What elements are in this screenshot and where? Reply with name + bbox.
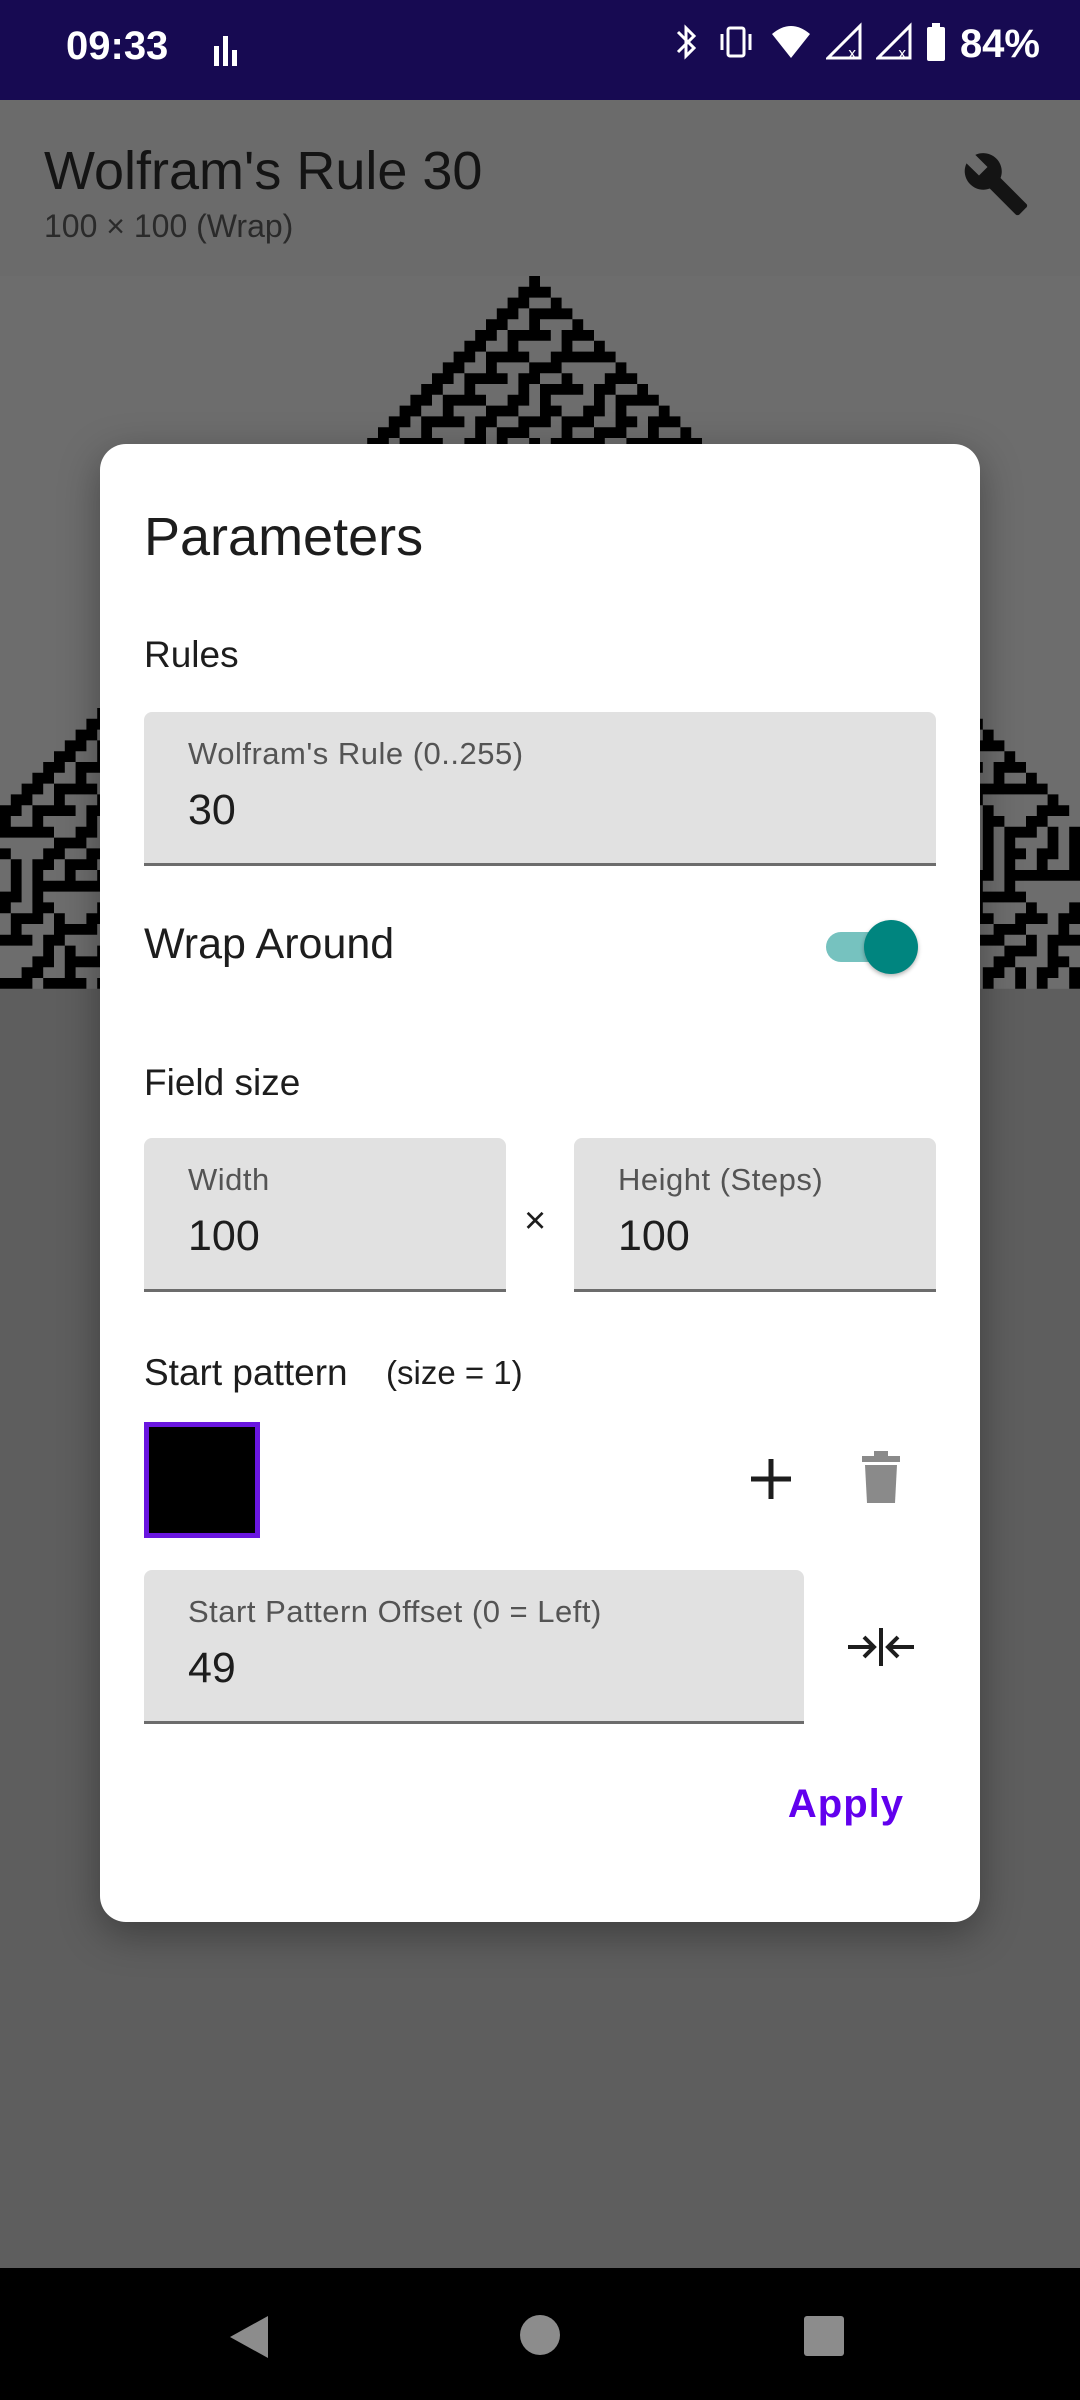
wrap-around-label: Wrap Around (144, 920, 395, 968)
rule-field[interactable]: Wolfram's Rule (0..255) 30 (144, 712, 936, 866)
rules-section-label: Rules (144, 634, 239, 675)
app-title: Wolfram's Rule 30 (44, 141, 483, 201)
svg-text:x: x (848, 46, 856, 62)
dialog-title: Parameters (144, 507, 424, 567)
delete-icon[interactable] (858, 1450, 904, 1509)
apply-button[interactable]: Apply (788, 1782, 904, 1827)
back-icon[interactable] (226, 2314, 272, 2365)
recents-icon[interactable] (804, 2316, 844, 2361)
app-bar: Wolfram's Rule 30 100 × 100 (Wrap) (0, 100, 1080, 276)
battery-percent: 84% (959, 22, 1040, 66)
status-time: 09:33 (66, 24, 169, 68)
parameters-dialog: Parameters Rules Wolfram's Rule (0..255)… (100, 444, 980, 1922)
height-field-value: 100 (618, 1212, 690, 1260)
wrap-around-toggle[interactable] (822, 918, 922, 976)
offset-field-value: 49 (188, 1644, 236, 1692)
start-pattern-cell[interactable] (144, 1422, 260, 1538)
height-field[interactable]: Height (Steps) 100 (574, 1138, 936, 1292)
center-align-icon[interactable] (846, 1624, 916, 1675)
cell-signal-icon: x (874, 22, 912, 67)
field-size-section-label: Field size (144, 1062, 301, 1103)
height-field-label: Height (Steps) (618, 1162, 824, 1197)
status-icons: x x 84% (672, 22, 1040, 67)
start-pattern-size: (size = 1) (386, 1354, 523, 1391)
vibrate-icon (716, 22, 756, 67)
signal-bars-icon (212, 36, 240, 71)
rule-field-value: 30 (188, 786, 236, 834)
start-pattern-title: Start pattern (144, 1352, 348, 1393)
toggle-thumb (864, 920, 918, 974)
home-icon[interactable] (519, 2314, 561, 2361)
app-subtitle: 100 × 100 (Wrap) (44, 208, 294, 244)
times-symbol: × (524, 1200, 547, 1242)
wrench-icon[interactable] (962, 150, 1030, 223)
width-field-value: 100 (188, 1212, 260, 1260)
svg-text:x: x (898, 46, 906, 62)
offset-field[interactable]: Start Pattern Offset (0 = Left) 49 (144, 1570, 804, 1724)
navigation-bar (0, 2268, 1080, 2400)
offset-field-label: Start Pattern Offset (0 = Left) (188, 1594, 602, 1629)
width-field-label: Width (188, 1162, 270, 1197)
battery-icon (926, 23, 946, 66)
status-bar: 09:33 x x 84% (0, 0, 1080, 100)
bluetooth-icon (672, 22, 702, 67)
width-field[interactable]: Width 100 (144, 1138, 506, 1292)
rule-field-label: Wolfram's Rule (0..255) (188, 736, 524, 771)
wifi-icon (770, 22, 812, 67)
add-icon[interactable] (746, 1454, 796, 1509)
cell-signal-icon: x (824, 22, 862, 67)
